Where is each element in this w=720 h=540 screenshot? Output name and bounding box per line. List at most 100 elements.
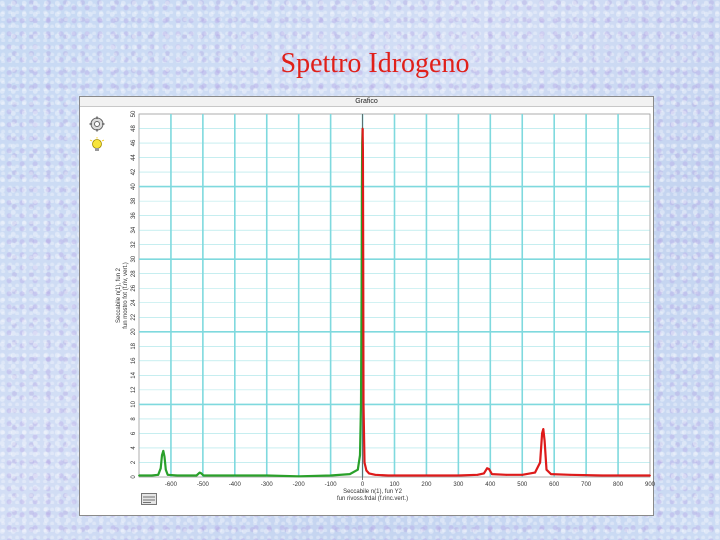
data-point [534, 471, 536, 474]
data-point [161, 454, 163, 457]
data-point [362, 403, 365, 406]
y-tick-label: 38 [131, 197, 137, 204]
y-tick-label: 32 [131, 241, 137, 248]
x-tick-label: -100 [325, 482, 338, 488]
data-point [159, 467, 162, 470]
y-tick-label: 4 [131, 446, 137, 450]
y-tick-label: 30 [131, 255, 137, 262]
x-axis-label-2: fun rivoss.frdal (f.rinc.vert.) [337, 496, 408, 502]
data-point [569, 473, 572, 476]
data-point [265, 474, 268, 477]
data-point [162, 449, 165, 452]
x-tick-label: -400 [229, 482, 242, 488]
data-point [543, 439, 546, 442]
y-tick-label: 26 [131, 284, 137, 291]
data-point [486, 467, 489, 470]
data-point [361, 149, 364, 152]
data-point [457, 474, 460, 477]
data-point [163, 455, 166, 458]
x-tick-label: 700 [581, 482, 592, 488]
data-point [374, 473, 377, 476]
y-tick-label: 20 [131, 328, 137, 335]
y-tick-label: 22 [131, 313, 137, 320]
data-point [362, 258, 365, 261]
data-point [198, 471, 201, 474]
y-tick-label: 48 [131, 125, 137, 132]
data-point [233, 474, 236, 477]
x-tick-label: -200 [293, 482, 306, 488]
data-point [550, 473, 552, 475]
data-point [601, 474, 603, 477]
y-tick-label: 6 [131, 431, 137, 435]
data-point [425, 474, 428, 477]
y-tick-label: 42 [131, 168, 137, 175]
data-point [368, 472, 370, 475]
x-tick-label: 300 [453, 482, 464, 488]
y-tick-label: 36 [131, 212, 137, 219]
x-tick-label: 500 [517, 482, 528, 488]
data-point [649, 474, 651, 477]
data-point [348, 473, 351, 475]
data-point [361, 127, 364, 130]
x-tick-label: -600 [165, 482, 178, 488]
graph-toggle-icon[interactable] [141, 493, 157, 505]
data-point [138, 474, 140, 477]
y-tick-label: 12 [131, 386, 137, 393]
x-tick-label: 600 [549, 482, 560, 488]
data-point [202, 474, 205, 477]
y-axis-label: Seccabile n(1), fun 2 [116, 267, 122, 323]
y-tick-label: 34 [131, 226, 137, 233]
data-point [542, 428, 545, 430]
data-point [157, 473, 160, 476]
x-axis-label: Seccabile n(1), fun Y2 [343, 489, 403, 495]
y-tick-label: 2 [131, 460, 137, 464]
data-point [488, 468, 490, 470]
data-point [483, 472, 485, 475]
data-point [164, 468, 167, 471]
data-point [541, 432, 543, 435]
y-tick-label: 0 [131, 475, 137, 479]
data-point [150, 474, 153, 477]
data-point [356, 468, 359, 471]
x-tick-label: 200 [421, 482, 432, 488]
lightbulb-icon[interactable] [89, 137, 105, 153]
data-point [545, 468, 548, 471]
y-tick-label: 44 [131, 154, 137, 161]
data-point [297, 475, 300, 478]
data-point [166, 473, 169, 476]
spectrum-chart: 5048464442403836343230282624222018161412… [116, 110, 655, 502]
slide-title: Spettro Idrogeno [280, 48, 470, 79]
data-point [176, 474, 179, 477]
gear-icon[interactable] [89, 116, 105, 132]
x-tick-label: 400 [485, 482, 496, 488]
x-tick-label: 100 [389, 482, 400, 488]
data-point [476, 473, 479, 476]
y-tick-label: 14 [131, 371, 137, 378]
data-point [195, 474, 198, 477]
data-point [363, 461, 366, 464]
data-point [505, 473, 508, 476]
x-tick-label: -500 [197, 482, 210, 488]
y-axis-label-2: fun mostro fot (f.riv, vert.) [123, 262, 129, 329]
data-point [521, 473, 524, 476]
y-tick-label: 8 [131, 417, 137, 421]
data-point [365, 469, 368, 472]
data-point [360, 403, 362, 406]
y-tick-label: 16 [131, 357, 137, 364]
y-tick-label: 10 [131, 400, 137, 407]
data-point [200, 472, 203, 475]
x-tick-label: -300 [261, 482, 274, 488]
y-tick-label: 46 [131, 139, 137, 146]
graph-window: Grafico 50 48 46 44 42 40 38 36 34 32 30 28 26 24 22 20… [79, 96, 655, 516]
y-tick-label: 50 [131, 110, 137, 117]
x-tick-label: 0 [361, 482, 365, 488]
x-tick-label: 900 [645, 482, 655, 488]
data-point [387, 474, 390, 477]
data-point [359, 454, 361, 457]
y-tick-label: 40 [131, 183, 137, 190]
data-point [491, 473, 493, 475]
data-point [539, 461, 542, 464]
y-tick-label: 18 [131, 342, 137, 349]
x-tick-label: 800 [613, 482, 624, 488]
y-tick-label: 24 [131, 299, 137, 306]
